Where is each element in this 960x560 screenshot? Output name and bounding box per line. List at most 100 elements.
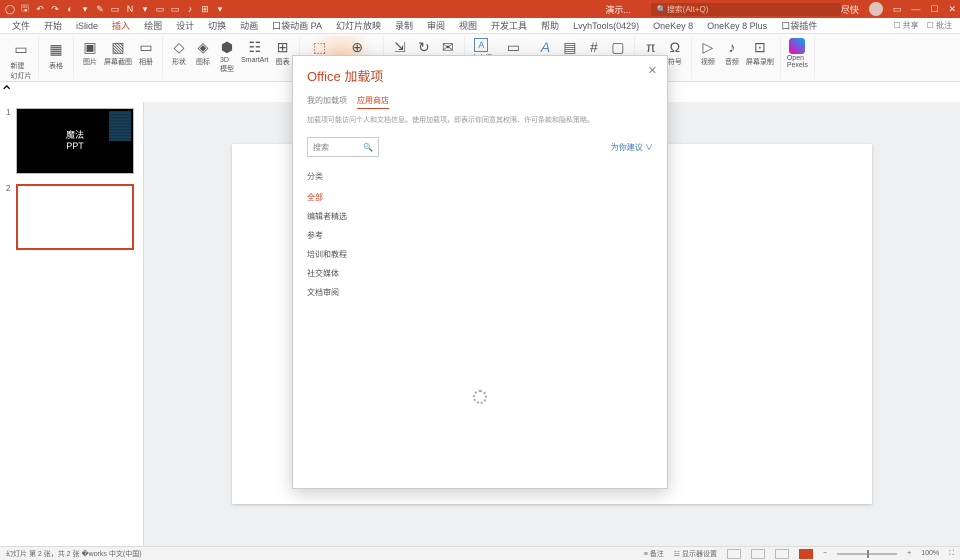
qat-icon[interactable]: ▾ [139, 3, 151, 15]
table-button[interactable]: ▦表格 [45, 38, 67, 71]
album-button[interactable]: ▭相册 [136, 38, 156, 67]
category-item[interactable]: 培训和教程 [307, 245, 653, 264]
tab-pa[interactable]: 口袋动画 PA [266, 18, 328, 33]
qat-icon[interactable]: ▾ [214, 3, 226, 15]
tab-record[interactable]: 录制 [389, 18, 419, 33]
tab-draw[interactable]: 绘图 [138, 18, 168, 33]
category-header: 分类 [307, 171, 653, 182]
redo-icon[interactable]: ↷ [49, 3, 61, 15]
normal-view-icon[interactable] [727, 549, 741, 559]
thumb-number: 2 [6, 184, 12, 250]
new-slide-button[interactable]: ▭新建幻灯片 [10, 38, 32, 81]
autosave-toggle[interactable]: ◯ [4, 3, 16, 15]
search-placeholder: 搜索(Alt+Q) [667, 4, 709, 15]
date-button[interactable]: ▤ [560, 38, 580, 56]
reading-view-icon[interactable] [775, 549, 789, 559]
dialog-tab-my-addins[interactable]: 我的加载项 [307, 95, 347, 109]
display-settings-button[interactable]: ☳ 显示器设置 [674, 549, 717, 559]
qat-icon[interactable]: ⊞ [199, 3, 211, 15]
shapes-button[interactable]: ◇形状 [169, 38, 189, 67]
picture-button[interactable]: ▣图片 [80, 38, 100, 67]
3d-button[interactable]: ⬢3D模型 [217, 38, 237, 74]
search-box[interactable]: 🔍 搜索(Alt+Q) [651, 3, 841, 16]
search-icon[interactable]: 🔍 [363, 143, 373, 152]
tab-lvyh[interactable]: LvyhTools(0429) [567, 20, 645, 32]
slide-thumb-1[interactable]: 魔法PPT [16, 108, 134, 174]
object-button[interactable]: ▢ [608, 38, 628, 56]
tab-islide[interactable]: iSlide [70, 20, 104, 32]
status-left: 幻灯片 第 2 张，共 2 张 �works 中文(中国) [6, 549, 142, 559]
dialog-note: 加载项可能访问个人和文档信息。使用加载项，即表示你同意其权限、许可条款和隐私策略… [293, 109, 667, 131]
category-item[interactable]: 编辑者精选 [307, 207, 653, 226]
maximize-icon[interactable]: ☐ [930, 4, 938, 15]
category-all[interactable]: 全部 [307, 188, 653, 207]
tab-transition[interactable]: 切换 [202, 18, 232, 33]
zoom-in-icon[interactable]: + [907, 550, 911, 557]
tab-home[interactable]: 开始 [38, 18, 68, 33]
fit-window-icon[interactable]: ⛶ [949, 550, 954, 558]
sorter-view-icon[interactable] [751, 549, 765, 559]
pexels-button[interactable]: OpenPexels [787, 38, 808, 69]
qat-icon[interactable]: ▭ [154, 3, 166, 15]
tab-ok8p[interactable]: OneKey 8 Plus [701, 20, 773, 32]
screenshot-button[interactable]: ▧屏幕截图 [104, 38, 132, 67]
ribbon-mode-icon[interactable]: ▭ [893, 4, 902, 15]
qat-icon[interactable]: ▭ [109, 3, 121, 15]
screen-record-button[interactable]: ⊡屏幕录制 [746, 38, 774, 67]
save-icon[interactable]: 🖫 [19, 3, 31, 15]
zoom-out-icon[interactable]: − [823, 550, 827, 557]
qat-icon[interactable]: ◐ [64, 3, 76, 15]
tab-design[interactable]: 设计 [170, 18, 200, 33]
share-button[interactable]: ☐ 共享 [893, 20, 918, 31]
tab-ok8[interactable]: OneKey 8 [647, 20, 699, 32]
status-bar: 幻灯片 第 2 张，共 2 张 �works 中文(中国) ≡ 备注 ☳ 显示器… [0, 546, 960, 560]
qat-icon[interactable]: N [124, 3, 136, 15]
smartart-button[interactable]: ☷SmartArt [241, 38, 269, 64]
tab-insert[interactable]: 插入 [106, 18, 136, 33]
video-button[interactable]: ▷视频 [698, 38, 718, 67]
notes-button[interactable]: ≡ 备注 [644, 549, 664, 559]
user-label: 尽快 [841, 3, 859, 16]
slideshow-view-icon[interactable] [799, 549, 813, 559]
close-icon[interactable]: ✕ [948, 4, 956, 15]
category-item[interactable]: 文档审阅 [307, 283, 653, 302]
tab-view[interactable]: 视图 [453, 18, 483, 33]
close-icon[interactable]: ✕ [648, 64, 657, 77]
qat-icon[interactable]: ▾ [79, 3, 91, 15]
qat-icon[interactable]: ♪ [184, 3, 196, 15]
minimize-icon[interactable]: — [911, 4, 920, 14]
comments-button[interactable]: ☐ 批注 [927, 20, 952, 31]
category-item[interactable]: 参考 [307, 226, 653, 245]
tab-file[interactable]: 文件 [6, 18, 36, 33]
zoom-slider[interactable] [837, 553, 897, 555]
slide-number-button[interactable]: # [584, 38, 604, 56]
tab-animation[interactable]: 动画 [234, 18, 264, 33]
tab-help[interactable]: 帮助 [535, 18, 565, 33]
tab-dev[interactable]: 开发工具 [485, 18, 533, 33]
addins-search-input[interactable]: 搜索 🔍 [307, 137, 379, 157]
slide-thumb-2[interactable] [16, 184, 134, 250]
office-addins-dialog: ✕ Office 加载项 我的加载项 应用商店 加载项可能访问个人和文档信息。使… [292, 55, 668, 489]
thumb-number: 1 [6, 108, 12, 174]
loading-spinner-icon [473, 390, 487, 404]
category-item[interactable]: 社交媒体 [307, 264, 653, 283]
qat-icon[interactable]: ✎ [94, 3, 106, 15]
suggest-link[interactable]: 为你建议 ∨ [611, 142, 653, 153]
tab-review[interactable]: 审阅 [421, 18, 451, 33]
tab-pocket[interactable]: 口袋插件 [775, 18, 823, 33]
avatar[interactable] [869, 2, 883, 16]
qat-icon[interactable]: ▭ [169, 3, 181, 15]
dialog-tab-store[interactable]: 应用商店 [357, 95, 389, 109]
collapse-ribbon-icon[interactable]: ⌃ [0, 84, 13, 101]
undo-icon[interactable]: ↶ [34, 3, 46, 15]
chart-button[interactable]: ⊞图表 [273, 38, 293, 67]
ribbon-tabs: 文件 开始 iSlide 插入 绘图 设计 切换 动画 口袋动画 PA 幻灯片放… [0, 18, 960, 34]
dialog-title: Office 加载项 [307, 66, 653, 85]
slide-thumbnails-panel: 1 魔法PPT 2 [0, 102, 144, 546]
search-placeholder: 搜索 [313, 142, 329, 153]
icons-button[interactable]: ◈图标 [193, 38, 213, 67]
zoom-percent[interactable]: 100% [921, 550, 939, 557]
audio-button[interactable]: ♪音频 [722, 38, 742, 67]
search-icon: 🔍 [657, 5, 667, 14]
tab-slideshow[interactable]: 幻灯片放映 [330, 18, 387, 33]
